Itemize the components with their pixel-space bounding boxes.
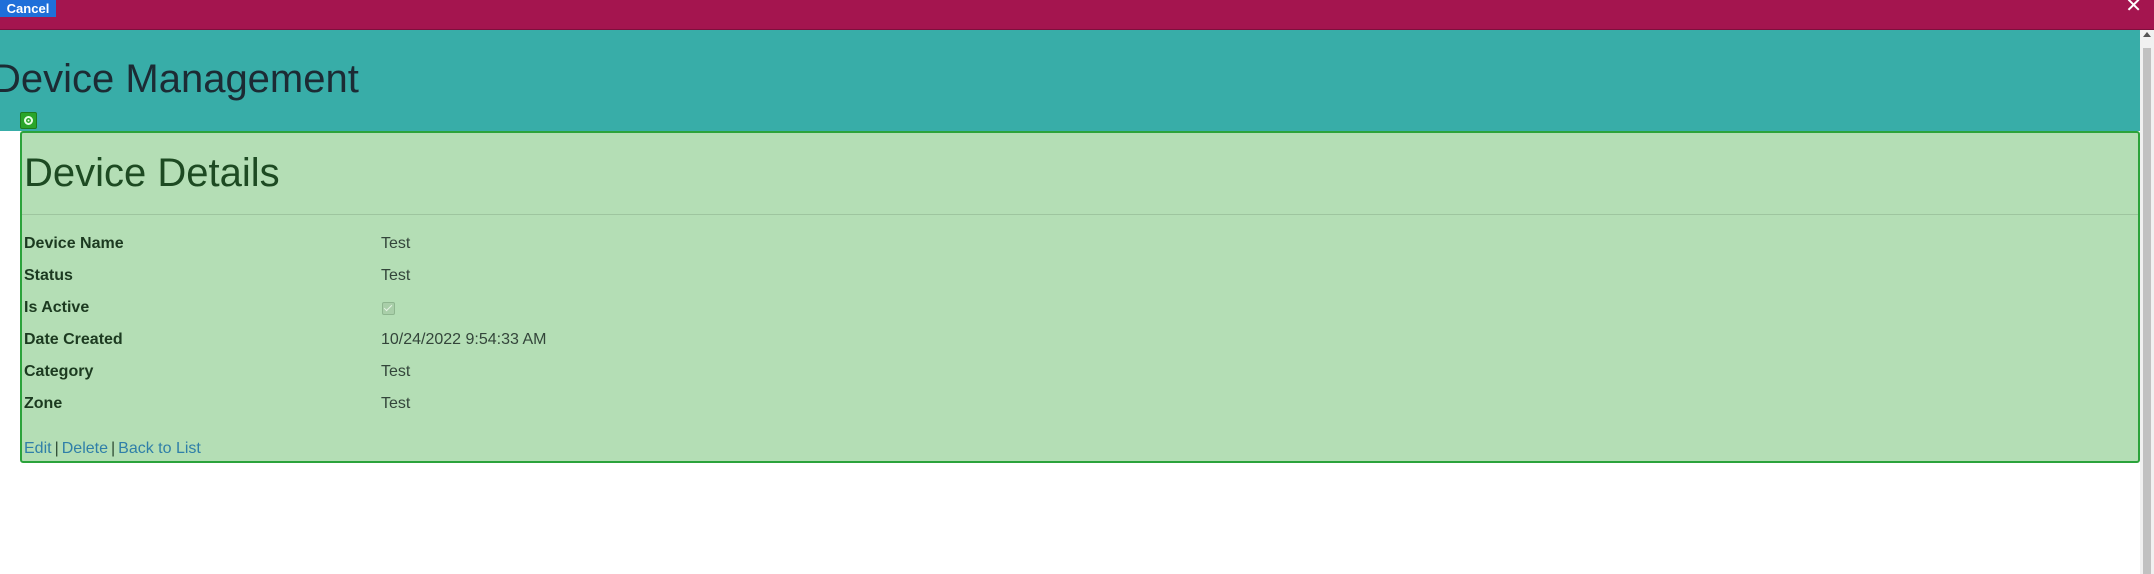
delete-link[interactable]: Delete: [62, 440, 108, 457]
cancel-button[interactable]: Cancel: [0, 0, 56, 17]
field-label: Is Active: [24, 299, 90, 316]
page-header: Device Management: [0, 30, 2140, 131]
is-active-checkbox: [382, 302, 395, 315]
vertical-scrollbar[interactable]: [2140, 30, 2154, 574]
divider: [22, 214, 2138, 215]
details-title: Device Details: [24, 151, 280, 195]
device-details-panel: Device Details Device Name Test Status T…: [20, 131, 2140, 463]
field-row-is-active: Is Active: [24, 299, 1024, 321]
field-label: Date Created: [24, 331, 123, 348]
field-row-date-created: Date Created 10/24/2022 9:54:33 AM: [24, 331, 1024, 353]
page-title: Device Management: [0, 57, 359, 101]
field-label: Category: [24, 363, 94, 380]
field-row-zone: Zone Test: [24, 395, 1024, 417]
top-bar: Cancel ✕: [0, 0, 2154, 30]
field-value: Test: [381, 267, 411, 284]
link-separator: |: [54, 440, 59, 457]
scroll-up-arrow-icon[interactable]: [2143, 32, 2151, 37]
field-label: Status: [24, 267, 73, 284]
field-row-device-name: Device Name Test: [24, 235, 1024, 257]
field-row-status: Status Test: [24, 267, 1024, 289]
field-label: Device Name: [24, 235, 124, 252]
close-icon[interactable]: ✕: [2125, 0, 2142, 16]
field-label: Zone: [24, 395, 63, 412]
action-links: Edit | Delete | Back to List: [24, 440, 201, 458]
field-row-category: Category Test: [24, 363, 1024, 385]
edit-link[interactable]: Edit: [24, 440, 52, 457]
link-separator: |: [110, 440, 116, 457]
target-icon[interactable]: [20, 112, 37, 129]
field-value: Test: [381, 395, 411, 412]
field-value: 10/24/2022 9:54:33 AM: [381, 331, 547, 348]
back-to-list-link[interactable]: Back to List: [118, 440, 201, 457]
scrollbar-thumb[interactable]: [2143, 48, 2151, 574]
field-value: Test: [381, 363, 411, 380]
field-value: Test: [381, 235, 411, 252]
